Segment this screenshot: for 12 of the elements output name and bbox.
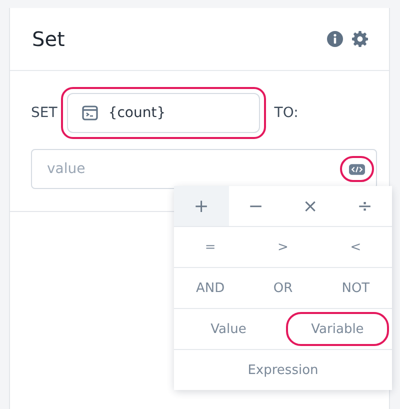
operator-option[interactable]: ÷	[338, 186, 392, 226]
operator-option[interactable]: Expression	[174, 350, 392, 390]
code-icon	[349, 164, 365, 174]
set-label: SET	[31, 105, 58, 121]
operator-option[interactable]: Variable	[283, 309, 392, 349]
terminal-icon	[82, 105, 98, 121]
info-icon[interactable]	[327, 31, 343, 47]
panel-title: Set	[32, 27, 65, 51]
value-field[interactable]: value	[31, 149, 377, 189]
settings-icon[interactable]	[352, 31, 368, 47]
to-label: TO:	[274, 105, 298, 121]
operator-option[interactable]: +	[174, 186, 228, 226]
